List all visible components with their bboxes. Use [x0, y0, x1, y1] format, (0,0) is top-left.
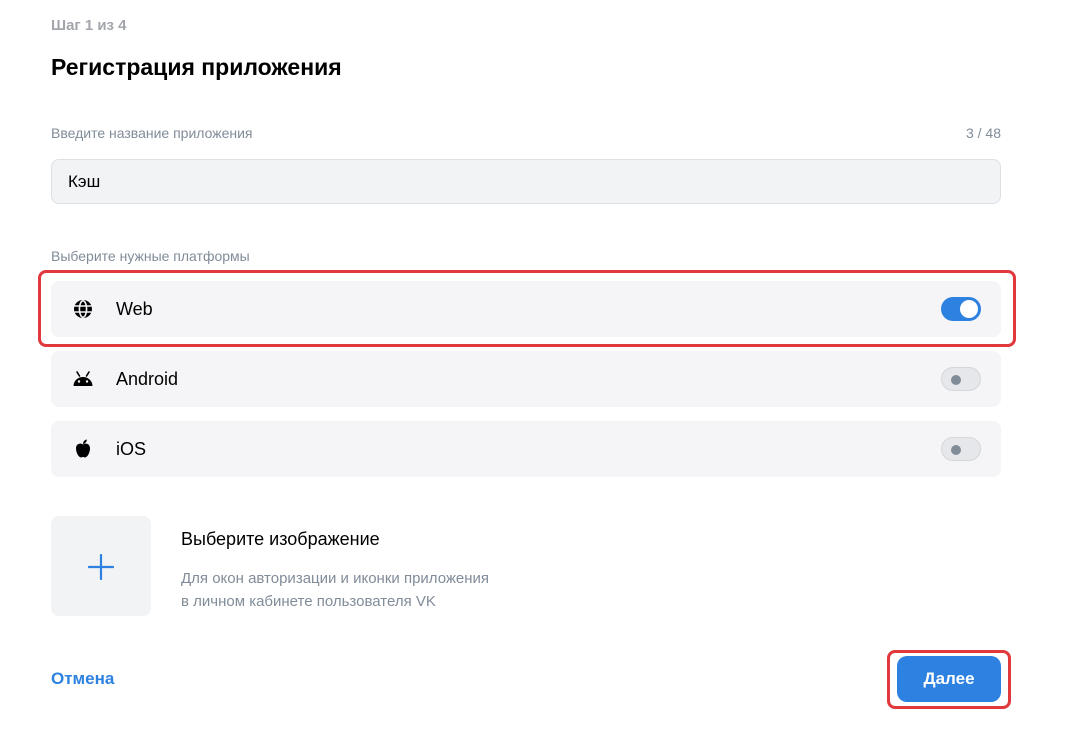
page-title: Регистрация приложения	[51, 54, 342, 80]
platform-name-ios: iOS	[116, 439, 147, 459]
next-button[interactable]: Далее	[897, 656, 1001, 702]
platform-row-web[interactable]: Web	[51, 281, 1001, 337]
platform-row-ios[interactable]: iOS	[51, 421, 1001, 477]
plus-icon	[88, 554, 114, 580]
web-toggle[interactable]	[941, 297, 981, 321]
ios-toggle[interactable]	[941, 437, 981, 461]
toggle-knob	[951, 375, 961, 385]
platform-name-web: Web	[116, 299, 153, 319]
apple-icon	[76, 439, 90, 458]
globe-icon	[74, 300, 92, 318]
app-name-label: Введите название приложения	[51, 125, 253, 141]
platforms-label: Выберите нужные платформы	[51, 248, 250, 264]
platform-row-android[interactable]: Android	[51, 351, 1001, 407]
char-counter: 3 / 48	[965, 125, 1001, 141]
image-title: Выберите изображение	[181, 529, 380, 549]
image-description-line: Для окон авторизации и иконки приложения	[181, 570, 490, 587]
image-upload-button[interactable]	[51, 516, 151, 616]
platform-name-android: Android	[116, 369, 179, 389]
toggle-knob	[960, 300, 978, 318]
android-toggle[interactable]	[941, 367, 981, 391]
app-name-input[interactable]	[51, 159, 1001, 204]
cancel-button[interactable]: Отмена	[51, 669, 114, 689]
image-description-line: в личном кабинете пользователя VK	[181, 593, 436, 610]
step-indicator: Шаг 1 из 4	[51, 17, 127, 34]
toggle-knob	[951, 445, 961, 455]
android-icon	[73, 371, 93, 386]
image-description: Для окон авторизации и иконки приложения…	[181, 567, 489, 613]
